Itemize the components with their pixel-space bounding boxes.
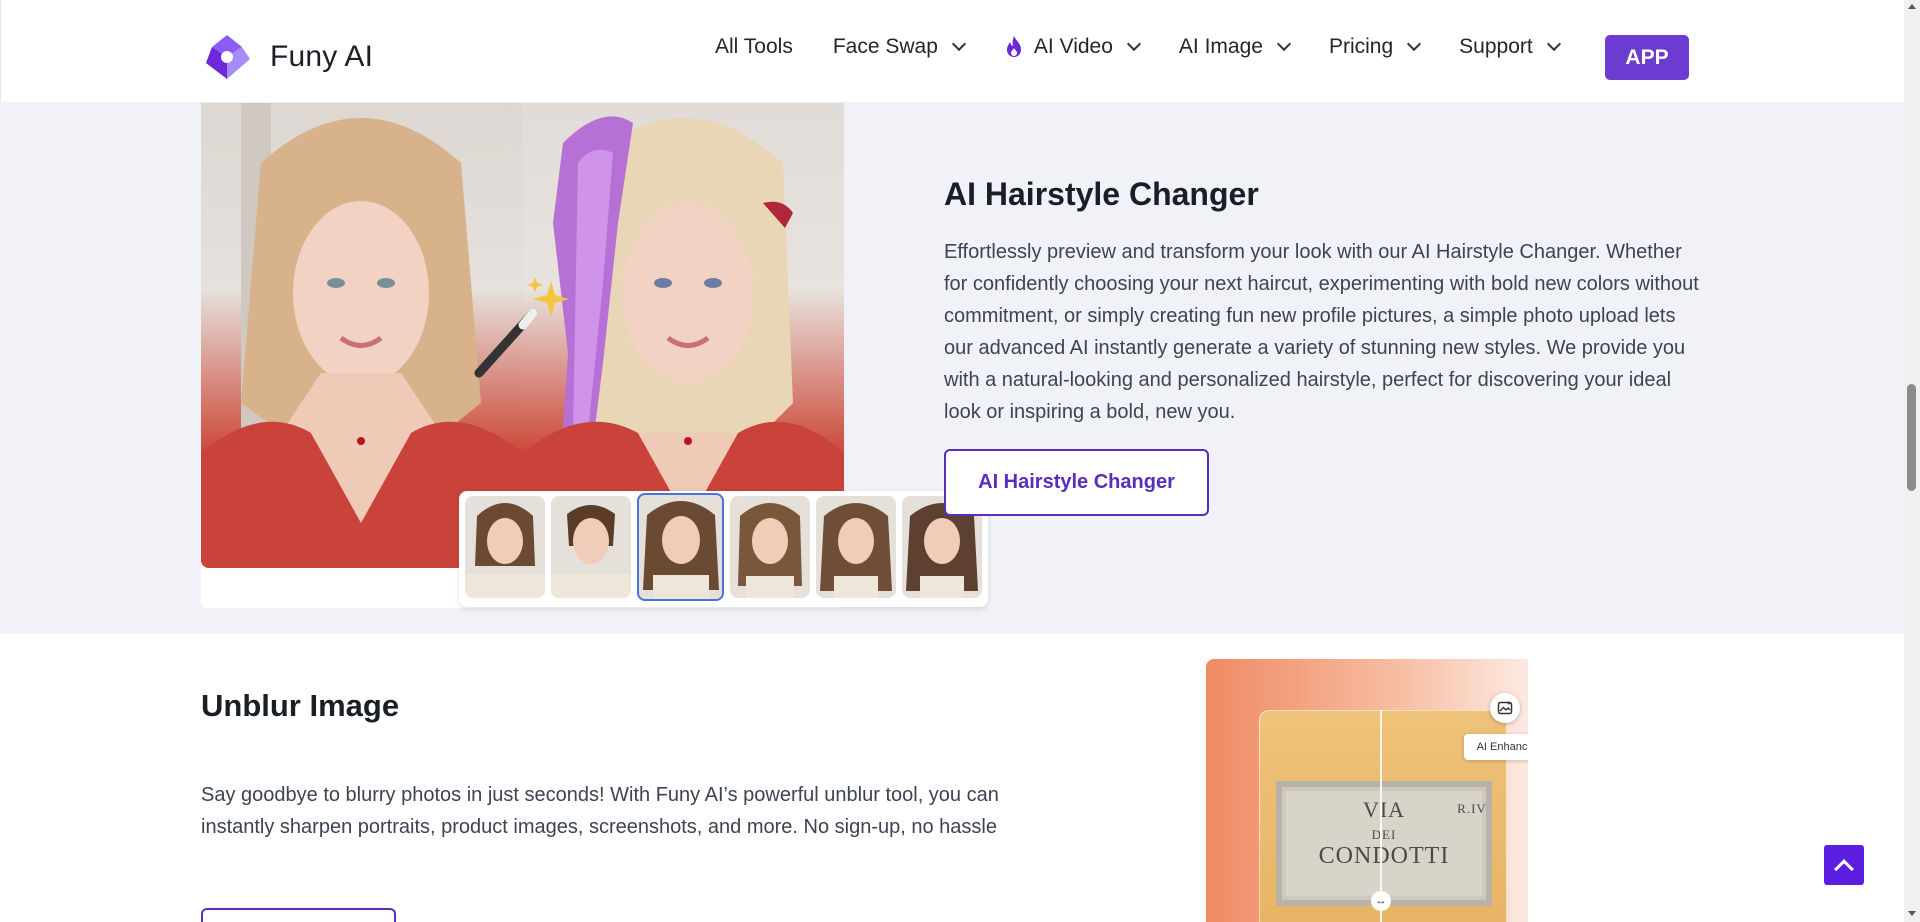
ai-enhance-tooltip: AI Enhance xyxy=(1464,734,1528,760)
scrollbar-thumb[interactable] xyxy=(1907,384,1916,491)
page-scrollbar[interactable] xyxy=(1904,0,1920,922)
fire-icon xyxy=(1006,36,1021,57)
unblur-cta-button[interactable] xyxy=(201,908,396,922)
plaque-line: CONDOTTI xyxy=(1318,843,1450,869)
hairstyle-thumbnail[interactable] xyxy=(550,496,631,598)
unblur-showcase: VIA R.IV DEI CONDOTTI ↔ AI Enhance xyxy=(1206,659,1528,922)
chevron-down-icon xyxy=(1126,36,1141,52)
hairstyle-section: AI Hairstyle Changer Effortlessly previe… xyxy=(0,103,1904,634)
chevron-down-icon xyxy=(1276,36,1292,52)
nav-label: AI Video xyxy=(1033,35,1113,58)
hairstyle-showcase xyxy=(201,103,988,608)
nav-pricing[interactable]: Pricing xyxy=(1328,35,1422,59)
nav-support[interactable]: Support xyxy=(1459,35,1561,59)
hairstyle-thumbnail-selected[interactable] xyxy=(636,493,725,601)
funy-logo-icon xyxy=(206,35,250,79)
nav-all-tools[interactable]: All Tools xyxy=(715,35,793,59)
hairstyle-description: Effortlessly preview and transform your … xyxy=(944,241,1699,423)
arrow-up-icon xyxy=(1834,858,1854,879)
back-to-top-button[interactable] xyxy=(1824,845,1864,885)
hairstyle-thumbnail[interactable] xyxy=(730,496,811,598)
brand-name: Funy AI xyxy=(270,40,374,73)
brand-logo[interactable]: Funy AI xyxy=(202,33,373,81)
scroll-up-icon[interactable] xyxy=(1908,4,1916,9)
image-enhance-icon xyxy=(1497,701,1513,715)
magic-wand-icon xyxy=(474,277,569,378)
nav-ai-video[interactable]: AI Video xyxy=(1004,35,1141,59)
hairstyle-thumbnail[interactable] xyxy=(816,496,897,598)
plaque-line: DEI xyxy=(1371,827,1397,842)
hairstyle-title: AI Hairstyle Changer xyxy=(944,176,1259,212)
nav-label: Support xyxy=(1459,35,1533,58)
nav-label: Pricing xyxy=(1328,35,1394,58)
site-header: Funy AI All Tools Face Swap AI Video AI … xyxy=(0,0,1904,103)
nav-label: All Tools xyxy=(715,35,793,58)
app-button[interactable]: APP xyxy=(1605,35,1689,80)
main-nav: All Tools Face Swap AI Video AI Image Pr… xyxy=(715,35,1599,59)
chevron-down-icon xyxy=(951,36,966,52)
unblur-title: Unblur Image xyxy=(201,688,400,723)
nav-face-swap[interactable]: Face Swap xyxy=(832,35,966,59)
street-plaque-image: VIA R.IV DEI CONDOTTI xyxy=(1276,781,1492,906)
nav-label: Face Swap xyxy=(832,35,938,58)
chevron-down-icon xyxy=(1407,36,1422,52)
scroll-down-icon[interactable] xyxy=(1908,911,1916,916)
nav-ai-image[interactable]: AI Image xyxy=(1178,35,1292,59)
unblur-description: Say goodbye to blurry photos in just sec… xyxy=(201,784,999,838)
nav-label: AI Image xyxy=(1178,35,1263,58)
hairstyle-cta-button[interactable]: AI Hairstyle Changer xyxy=(944,449,1209,516)
plaque-line: R.IV xyxy=(1457,801,1487,816)
compare-handle-icon[interactable]: ↔ xyxy=(1371,891,1391,911)
hairstyle-thumbnail[interactable] xyxy=(465,496,545,598)
chevron-down-icon xyxy=(1546,36,1561,52)
ai-enhance-button[interactable] xyxy=(1490,693,1520,723)
hairstyle-thumbnail-strip xyxy=(459,491,988,607)
